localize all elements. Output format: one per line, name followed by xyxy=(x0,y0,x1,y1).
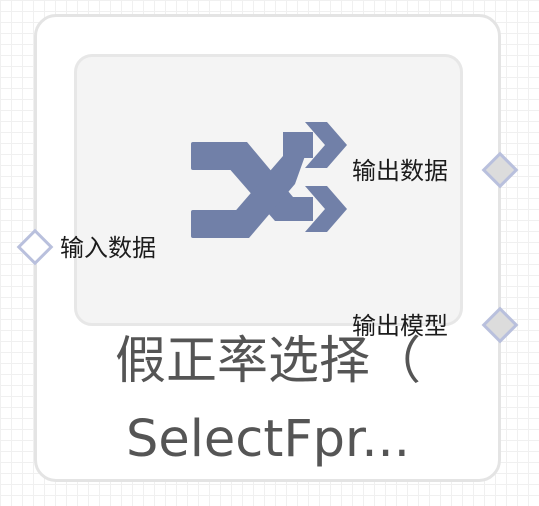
shuffle-icon xyxy=(191,122,347,238)
node-title-line2: SelectFpr... xyxy=(126,410,410,469)
node-title-line1: 假正率选择（ xyxy=(114,332,421,391)
input-port-label: 输入数据 xyxy=(60,234,156,262)
output-data-port-label: 输出数据 xyxy=(352,157,448,185)
